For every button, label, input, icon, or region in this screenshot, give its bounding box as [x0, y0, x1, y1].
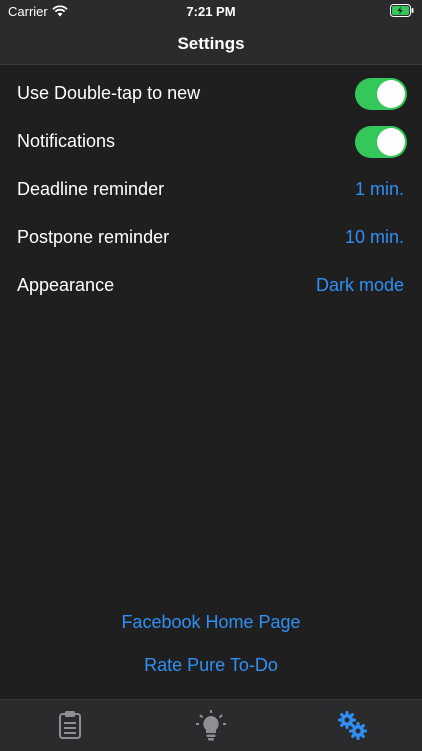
- status-time: 7:21 PM: [186, 4, 236, 19]
- deadline-reminder-row[interactable]: Deadline reminder 1 min.: [0, 166, 422, 214]
- double-tap-toggle[interactable]: [355, 78, 407, 110]
- navigation-bar: Settings: [0, 24, 422, 65]
- tab-tasks[interactable]: [0, 700, 140, 751]
- status-bar: Carrier 7:21 PM: [0, 0, 422, 24]
- notifications-label: Notifications: [17, 131, 116, 151]
- postpone-reminder-value[interactable]: 10 min.: [345, 227, 404, 248]
- appearance-value[interactable]: Dark mode: [316, 275, 404, 296]
- notifications-row: Notifications: [0, 118, 422, 166]
- tab-bar: [0, 699, 422, 751]
- postpone-reminder-label: Postpone reminder: [17, 227, 170, 247]
- appearance-label: Appearance: [17, 275, 115, 295]
- battery-charging-icon: [390, 4, 414, 17]
- lightbulb-icon: [196, 710, 226, 741]
- appearance-row[interactable]: Appearance Dark mode: [0, 262, 422, 310]
- gears-icon: [338, 711, 367, 740]
- double-tap-row: Use Double-tap to new: [0, 70, 422, 118]
- page-title: Settings: [177, 34, 245, 53]
- tab-settings[interactable]: [282, 700, 422, 751]
- deadline-reminder-value[interactable]: 1 min.: [355, 179, 404, 200]
- double-tap-label: Use Double-tap to new: [17, 83, 201, 103]
- toggle-knob: [377, 80, 405, 108]
- rate-app-link[interactable]: Rate Pure To-Do: [0, 655, 422, 676]
- postpone-reminder-row[interactable]: Postpone reminder 10 min.: [0, 214, 422, 262]
- settings-list: Use Double-tap to new Notifications Dead…: [0, 70, 422, 310]
- notifications-toggle[interactable]: [355, 126, 407, 158]
- deadline-reminder-label: Deadline reminder: [17, 179, 165, 199]
- clipboard-icon: [59, 711, 81, 739]
- toggle-knob: [377, 128, 405, 156]
- facebook-link[interactable]: Facebook Home Page: [0, 612, 422, 633]
- tab-ideas[interactable]: [141, 700, 281, 751]
